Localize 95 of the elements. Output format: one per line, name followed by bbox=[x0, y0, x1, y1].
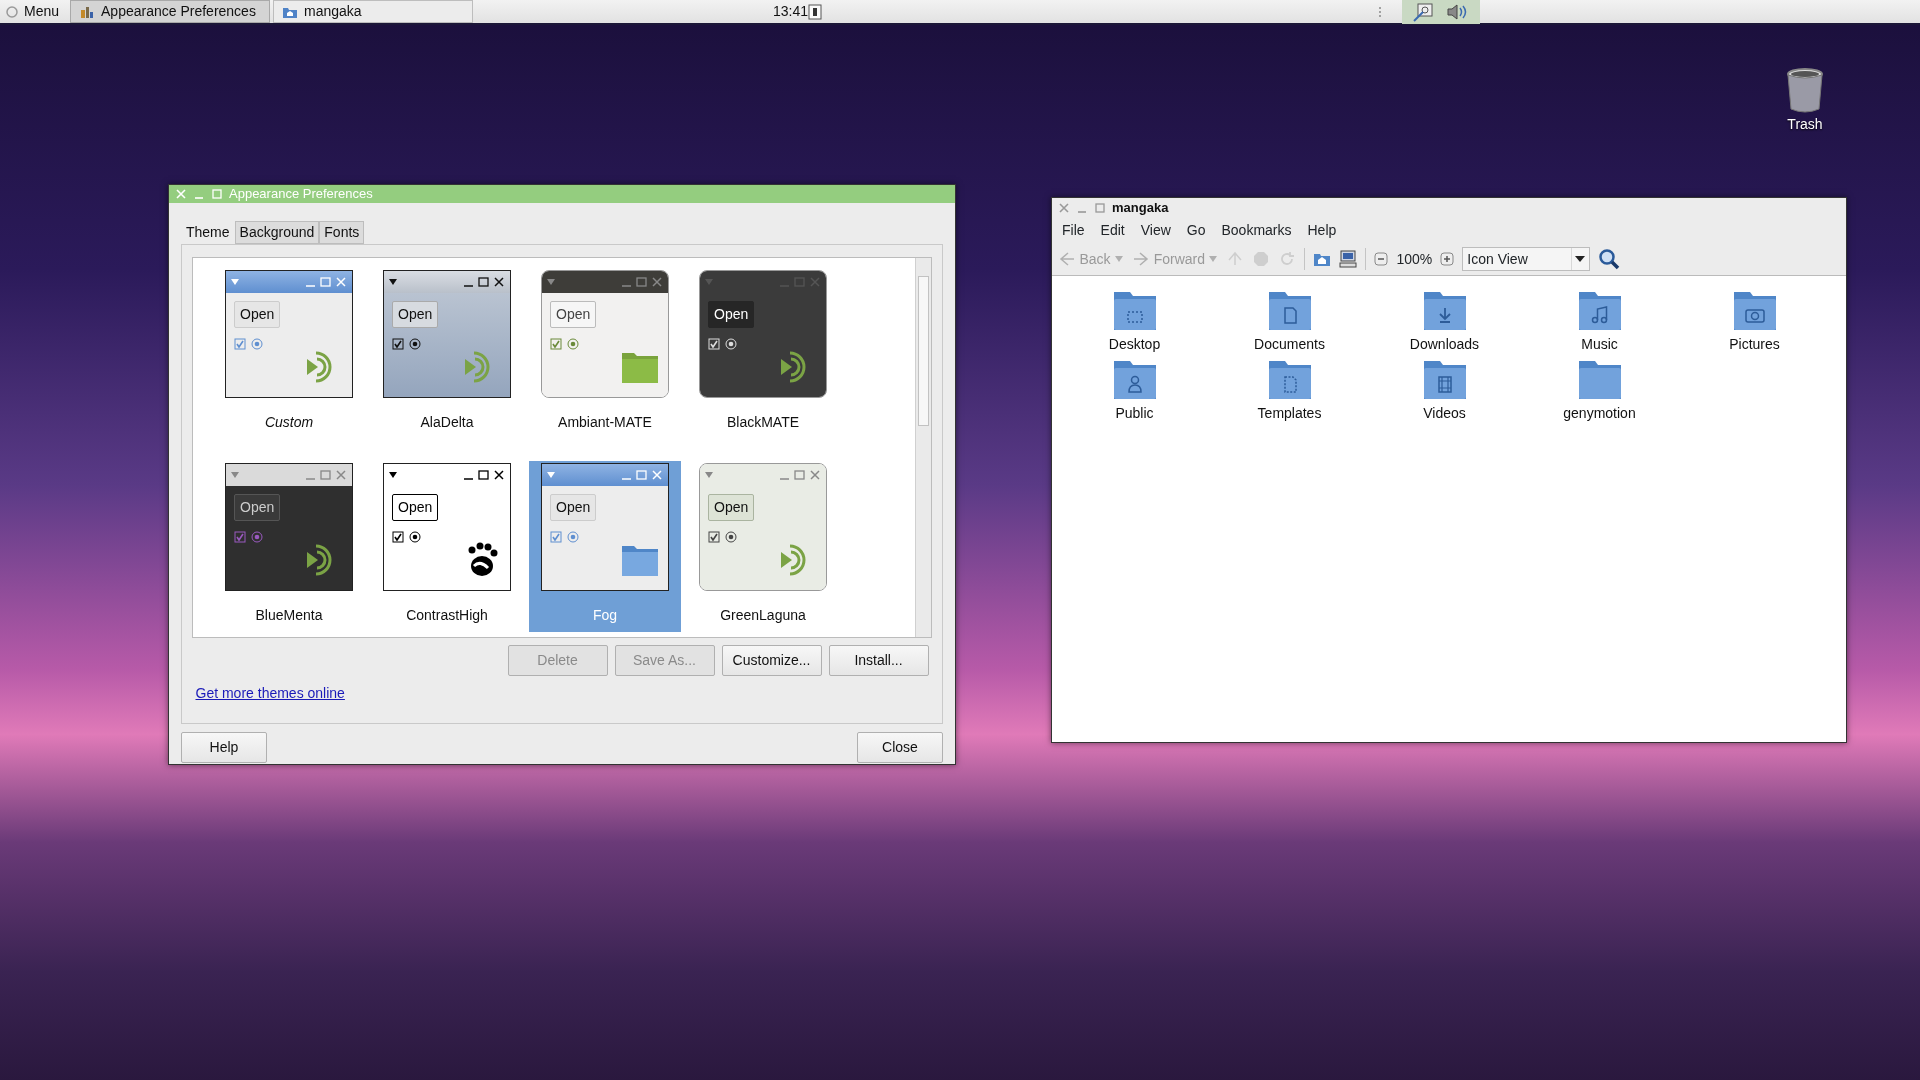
window-buttons-icon bbox=[462, 276, 506, 288]
view-dropdown[interactable]: Icon View bbox=[1462, 247, 1591, 271]
dropdown-caret-icon bbox=[1114, 255, 1125, 263]
radio-icon bbox=[725, 531, 737, 543]
folder-label[interactable]: Public bbox=[1115, 403, 1154, 424]
menu-logo-icon[interactable] bbox=[6, 5, 18, 18]
folder-label[interactable]: Downloads bbox=[1409, 334, 1480, 355]
folder-label[interactable]: Videos bbox=[1423, 403, 1466, 424]
button[interactable]: Help bbox=[181, 732, 267, 763]
menu-caret-icon bbox=[546, 278, 556, 286]
preview-open-button: Open bbox=[550, 301, 597, 328]
menu-item[interactable]: File bbox=[1062, 220, 1085, 241]
theme-item[interactable]: Open GreenLaguna bbox=[687, 461, 839, 632]
theme-item[interactable]: Open BlackMATE bbox=[687, 268, 839, 439]
search-icon[interactable] bbox=[1598, 248, 1621, 270]
zoom-in-icon[interactable] bbox=[1440, 252, 1455, 266]
close-icon[interactable] bbox=[1058, 202, 1070, 214]
battery-icon[interactable] bbox=[808, 3, 823, 20]
preview-open-button: Open bbox=[392, 301, 439, 328]
folder-label[interactable]: Desktop bbox=[1108, 334, 1161, 355]
theme-item[interactable]: Open Fog bbox=[529, 461, 681, 632]
checkbox-icon bbox=[708, 531, 720, 543]
zoom-level: 100% bbox=[1396, 249, 1433, 269]
menu-item[interactable]: Edit bbox=[1100, 220, 1125, 241]
computer-icon[interactable] bbox=[1339, 250, 1358, 268]
menu-caret-icon bbox=[704, 471, 714, 479]
checkbox-icon bbox=[550, 338, 562, 350]
theme-item[interactable]: Open AlaDelta bbox=[371, 268, 523, 439]
window-buttons-icon bbox=[304, 276, 348, 288]
checkbox-icon bbox=[708, 338, 720, 350]
checkbox-icon bbox=[234, 338, 246, 350]
menu-caret-icon bbox=[546, 471, 556, 479]
radio-icon bbox=[251, 338, 263, 350]
preview-open-button: Open bbox=[708, 301, 755, 328]
button[interactable]: Customize... bbox=[721, 645, 822, 676]
radio-icon bbox=[725, 338, 737, 350]
menu-caret-icon bbox=[388, 278, 398, 286]
menu-caret-icon bbox=[230, 278, 240, 286]
tab[interactable]: Fonts bbox=[319, 221, 365, 244]
theme-item[interactable]: Open Ambiant-MATE bbox=[529, 268, 681, 439]
window-buttons-icon bbox=[462, 469, 506, 481]
menu-button[interactable]: Menu bbox=[24, 1, 60, 22]
folder-label[interactable]: Music bbox=[1581, 334, 1618, 355]
folder-label[interactable]: Documents bbox=[1254, 334, 1325, 355]
folder-label[interactable]: genymotion bbox=[1563, 403, 1636, 424]
preview-open-button: Open bbox=[392, 494, 439, 521]
radio-icon bbox=[251, 531, 263, 543]
menu-caret-icon bbox=[704, 278, 714, 286]
scrollbar-thumb[interactable] bbox=[918, 276, 929, 426]
trash-label[interactable]: Trash bbox=[1787, 114, 1823, 135]
preview-open-button: Open bbox=[234, 301, 281, 328]
menu-caret-icon bbox=[388, 471, 398, 479]
theme-item[interactable]: Open BlueMenta bbox=[213, 461, 365, 632]
radio-icon bbox=[567, 531, 579, 543]
radio-icon bbox=[567, 338, 579, 350]
folder-label[interactable]: Templates bbox=[1257, 403, 1322, 424]
dropdown-caret-icon bbox=[1208, 255, 1219, 263]
window-buttons-icon bbox=[620, 276, 664, 288]
preview-open-button: Open bbox=[550, 494, 597, 521]
themes-link[interactable]: Get more themes online bbox=[195, 685, 345, 701]
window-buttons-icon bbox=[778, 276, 822, 288]
theme-item[interactable]: Open Custom bbox=[213, 268, 365, 439]
window-title: Appearance Preferences bbox=[229, 185, 373, 204]
trash-can-icon[interactable] bbox=[1785, 68, 1825, 114]
menu-caret-icon bbox=[230, 471, 240, 479]
window-buttons-icon bbox=[620, 469, 664, 481]
maximize-icon[interactable] bbox=[1094, 202, 1106, 214]
preview-open-button: Open bbox=[708, 494, 755, 521]
button[interactable]: Close bbox=[857, 732, 943, 763]
forward-arrow-icon bbox=[1132, 250, 1151, 268]
theme-item[interactable]: Open ContrastHigh bbox=[371, 461, 523, 632]
tab[interactable]: Background bbox=[234, 221, 320, 244]
panel-handle-icon bbox=[1378, 4, 1382, 19]
button[interactable]: Install... bbox=[828, 645, 929, 676]
folder-label[interactable]: Pictures bbox=[1729, 334, 1780, 355]
preview-open-button: Open bbox=[234, 494, 281, 521]
menu-item[interactable]: Go bbox=[1186, 220, 1206, 241]
checkbox-icon bbox=[392, 338, 404, 350]
scrollbar[interactable] bbox=[915, 258, 931, 637]
menu-item[interactable]: View bbox=[1140, 220, 1171, 241]
checkbox-icon bbox=[550, 531, 562, 543]
radio-icon bbox=[409, 531, 421, 543]
checkbox-icon bbox=[234, 531, 246, 543]
taskbar-button[interactable]: mangaka bbox=[273, 0, 474, 23]
zoom-out-icon[interactable] bbox=[1374, 252, 1389, 266]
menu-item[interactable]: Bookmarks bbox=[1221, 220, 1292, 241]
radio-icon bbox=[409, 338, 421, 350]
back-arrow-icon bbox=[1058, 250, 1076, 268]
window-buttons-icon bbox=[778, 469, 822, 481]
window-title: mangaka bbox=[1112, 199, 1169, 218]
menu-item[interactable]: Help bbox=[1307, 220, 1337, 241]
checkbox-icon bbox=[392, 531, 404, 543]
clock[interactable]: 13:41 bbox=[773, 1, 809, 22]
taskbar-button[interactable]: Appearance Preferences bbox=[70, 0, 271, 23]
window-buttons-icon bbox=[304, 469, 348, 481]
